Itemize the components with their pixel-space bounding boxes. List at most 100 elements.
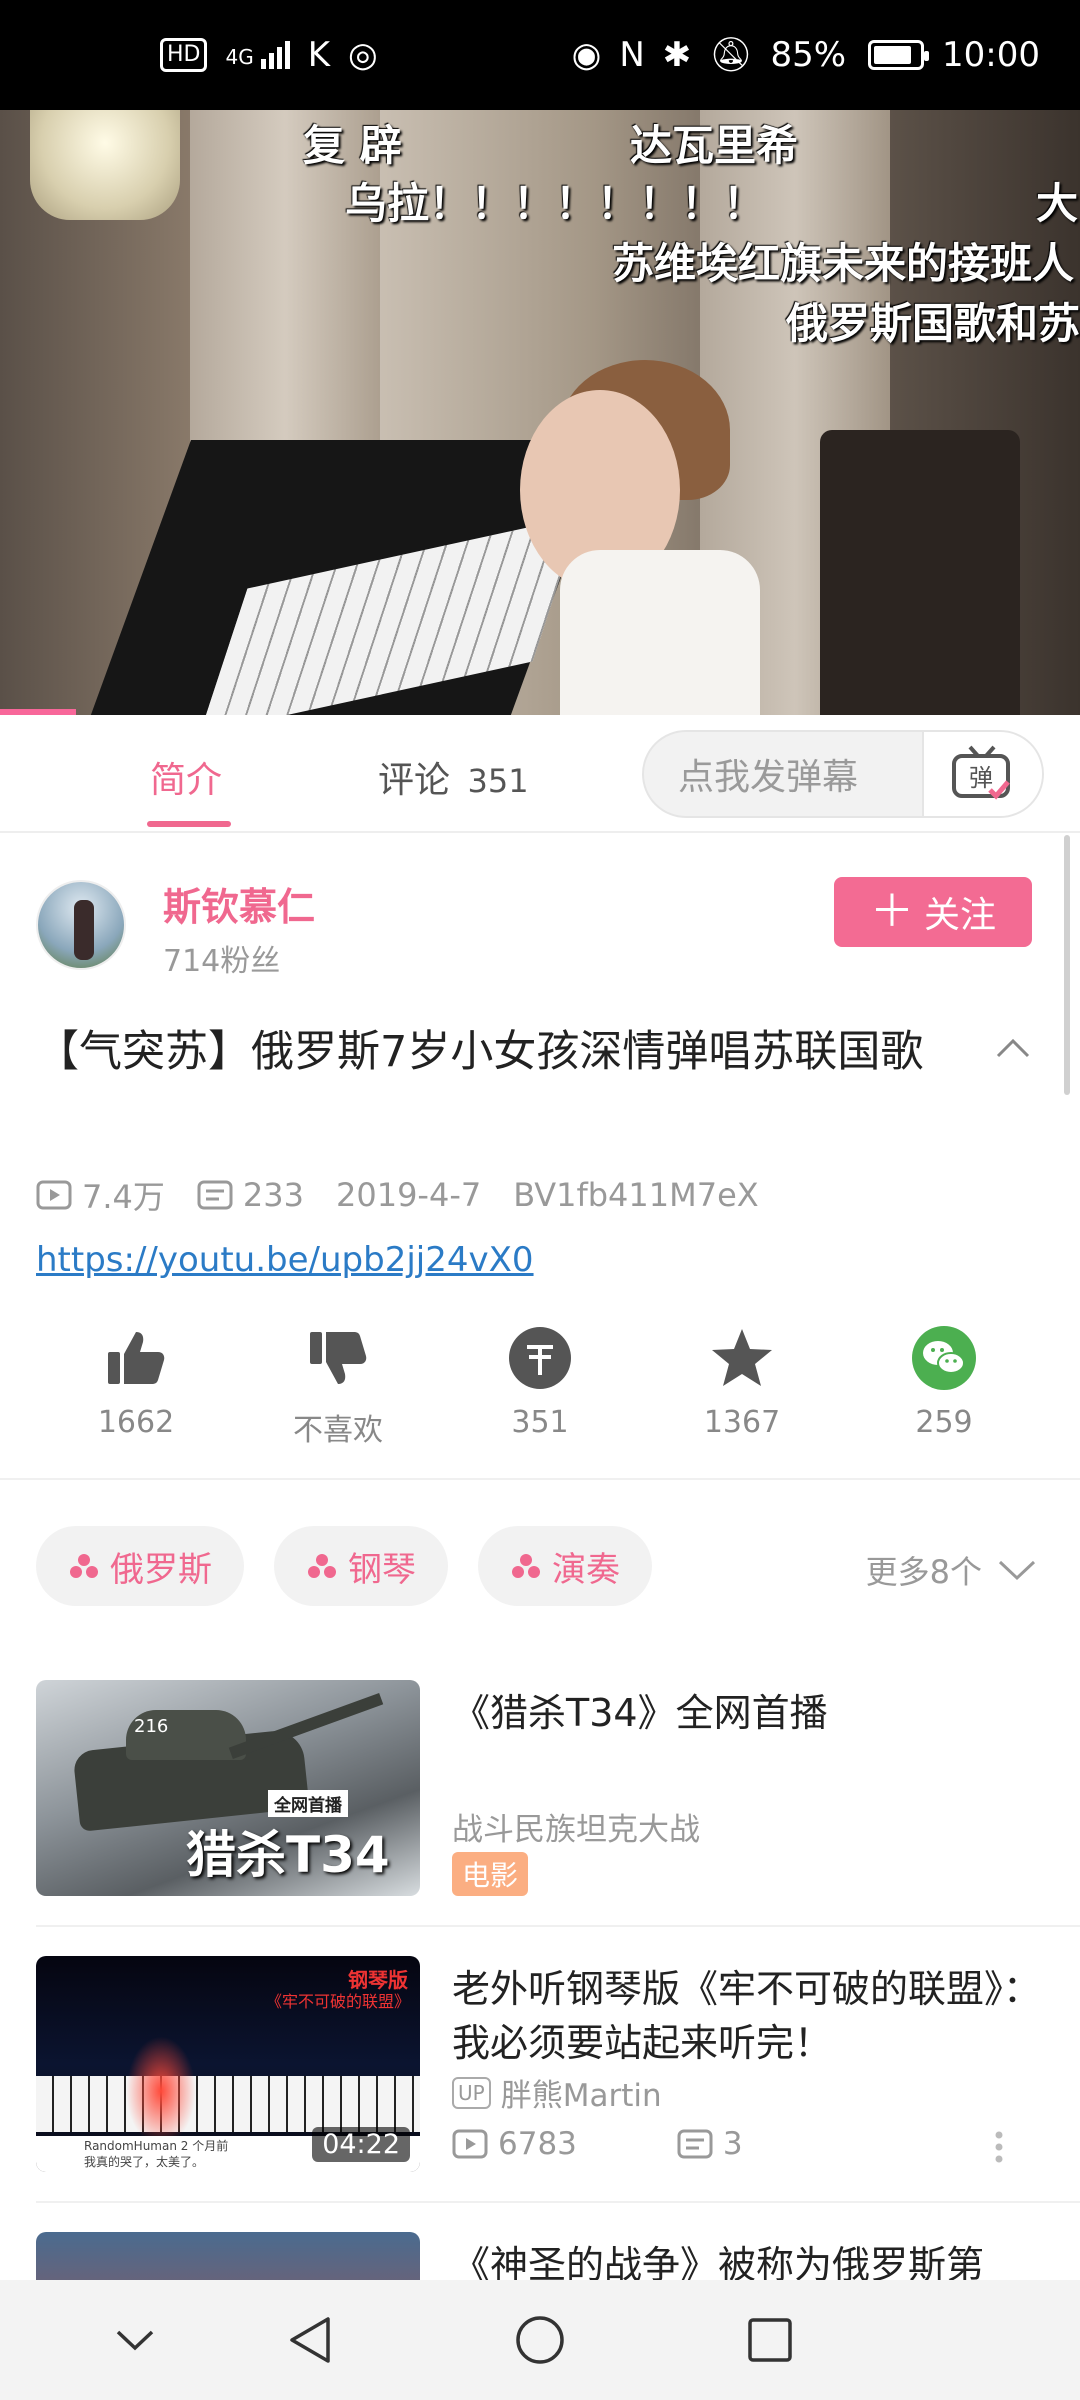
system-nav-bar — [0, 2280, 1080, 2400]
danmu-input-box[interactable]: 点我发弹幕 弹 — [642, 730, 1044, 818]
danmaku-comment: 达瓦里希 — [630, 121, 799, 170]
battery-percent: 85% — [770, 35, 847, 75]
chevron-down-icon — [116, 2330, 154, 2351]
eye-icon: ◉ — [571, 35, 602, 75]
tab-comments[interactable]: 评论 351 — [378, 751, 529, 803]
video-chair — [820, 430, 1020, 715]
star-icon — [709, 1325, 775, 1391]
danmu-tv-icon: 弹 — [952, 745, 1010, 800]
more-tags-button[interactable]: 更多8个 — [866, 1547, 1036, 1593]
network-type: 4G — [225, 45, 254, 69]
nav-collapse-button[interactable] — [105, 2310, 165, 2370]
tank-gun — [228, 1693, 384, 1759]
nav-back-button[interactable] — [280, 2310, 340, 2370]
tag-chip[interactable]: 钢琴 — [274, 1526, 448, 1606]
list-divider — [36, 1925, 1080, 1927]
danmaku-comment: 复 辟 — [303, 121, 402, 170]
thumb-caption: 《牢不可破的联盟》 — [265, 1992, 410, 2011]
danmaku-count-icon — [677, 2129, 713, 2159]
share-count: 259 — [915, 1405, 973, 1440]
more-tags-label: 更多8个 — [865, 1553, 982, 1591]
video-meta: 7.4万 233 2019-4-7 BV1fb411M7eX — [36, 1172, 791, 1218]
danmaku-comment: 俄罗斯国歌和苏 — [786, 299, 1080, 348]
tab-underline — [147, 821, 231, 827]
hotspot-icon: ◎ — [348, 35, 378, 75]
related-title[interactable]: 老外听钢琴版《牢不可破的联盟》：我必须要站起来听完！ — [452, 1962, 1042, 2070]
share-button[interactable]: 259 — [844, 1325, 1044, 1455]
list-divider — [36, 2201, 1080, 2203]
related-views-value: 6783 — [498, 2126, 577, 2162]
recents-square-icon — [748, 2318, 792, 2362]
danmu-toggle-button[interactable]: 弹 — [922, 732, 1042, 816]
thumb-badge-text: 全网首播 — [268, 1790, 348, 1817]
uploader-name[interactable]: 斯钦慕仁 — [163, 876, 315, 931]
tag-chip[interactable]: 俄罗斯 — [36, 1526, 244, 1606]
dislike-button[interactable]: 不喜欢 — [238, 1325, 438, 1455]
tag-icon — [512, 1554, 540, 1578]
related-thumbnail[interactable]: 钢琴版 《牢不可破的联盟》 RandomHuman 2 个月前 我真的哭了，太美… — [36, 1956, 420, 2172]
hd-indicator: HD — [160, 38, 208, 72]
nav-recents-button[interactable] — [740, 2310, 800, 2370]
views-stat: 7.4万 — [36, 1172, 165, 1218]
coin-icon — [507, 1325, 573, 1391]
tank-number: 216 — [134, 1716, 169, 1737]
danmu-glyph: 弹 — [969, 764, 993, 792]
tab-bar: 简介 评论 351 点我发弹幕 弹 — [0, 715, 1080, 833]
related-views: 6783 — [452, 2126, 577, 2162]
battery-icon — [868, 40, 930, 70]
source-link[interactable]: https://youtu.be/upb2jj24vX0 — [36, 1240, 534, 1280]
related-thumbnail[interactable]: 216 全网首播 猎杀T34 — [36, 1680, 420, 1896]
publish-date: 2019-4-7 — [335, 1176, 482, 1214]
follow-label: 关注 — [923, 895, 996, 936]
dislike-label: 不喜欢 — [293, 1413, 383, 1448]
related-stats: 6783 3 — [452, 2126, 743, 2162]
tab-intro[interactable]: 简介 — [150, 751, 222, 803]
related-item[interactable]: 216 全网首播 猎杀T34 《猎杀T34》全网首播 战斗民族坦克大战 电影 — [36, 1680, 1044, 1900]
status-bar: HD 4G K ◎ ◉ N ✱ 🔕︎ 85% 10:00 — [0, 0, 1080, 110]
status-right: ◉ N ✱ 🔕︎ 85% 10:00 — [572, 35, 1040, 75]
play-count-icon — [36, 1180, 72, 1210]
coin-button[interactable]: 351 — [440, 1325, 640, 1455]
tag-chip[interactable]: 演奏 — [478, 1526, 652, 1606]
category-badge: 电影 — [452, 1852, 529, 1896]
danmaku-count-icon — [197, 1180, 233, 1210]
coin-count: 351 — [511, 1405, 569, 1440]
like-button[interactable]: 1662 — [36, 1325, 236, 1455]
related-uploader: UP 胖熊Martin — [452, 2070, 662, 2115]
fans-count: 714粉丝 — [163, 944, 281, 979]
tab-comments-count: 351 — [467, 762, 529, 800]
signal-icon: 4G — [225, 41, 290, 69]
back-triangle-icon — [290, 2317, 330, 2363]
related-title[interactable]: 《神圣的战争》被称为俄罗斯第 — [452, 2238, 1042, 2280]
related-item[interactable]: 《神圣的战争》被称为俄罗斯第 — [36, 2232, 1044, 2280]
video-girl-body — [560, 550, 760, 715]
uploader-avatar[interactable] — [36, 880, 126, 970]
danmu-input[interactable]: 点我发弹幕 — [644, 748, 922, 800]
bvid: BV1fb411M7eX — [513, 1176, 759, 1214]
favorite-button[interactable]: 1367 — [642, 1325, 842, 1455]
chevron-down-icon — [998, 1560, 1036, 1581]
related-thumbnail[interactable] — [36, 2232, 420, 2280]
video-duration: 04:22 — [312, 2127, 410, 2162]
danmaku-comment: 大 — [1036, 179, 1079, 228]
thumb-keys — [36, 2076, 420, 2132]
tag-label: 演奏 — [552, 1549, 620, 1590]
nav-home-button[interactable] — [510, 2310, 570, 2370]
tag-icon — [308, 1554, 336, 1578]
views-value: 7.4万 — [82, 1178, 165, 1216]
thumb-title-text: 猎杀T34 — [186, 1826, 390, 1884]
related-item[interactable]: 钢琴版 《牢不可破的联盟》 RandomHuman 2 个月前 我真的哭了，太美… — [36, 1956, 1044, 2176]
more-options-icon[interactable] — [994, 2130, 1004, 2164]
danmaku-value: 233 — [242, 1176, 304, 1214]
scrollbar[interactable] — [1064, 835, 1070, 1095]
mute-bell-icon: 🔕︎ — [709, 35, 753, 75]
related-title[interactable]: 《猎杀T34》全网首播 — [452, 1686, 1042, 1740]
action-row: 1662 不喜欢 351 1367 259 — [36, 1325, 1044, 1455]
chevron-up-icon[interactable] — [996, 1032, 1030, 1066]
video-player[interactable]: 复 辟 达瓦里希 乌拉！！！！！！！！ 大 苏维埃红旗未来的接班人 俄罗斯国歌和… — [0, 110, 1080, 715]
tab-comments-label: 评论 — [378, 760, 451, 801]
up-badge-icon: UP — [452, 2076, 491, 2109]
thumbs-down-icon — [305, 1325, 371, 1391]
follow-button[interactable]: ＋ 关注 — [834, 877, 1032, 947]
play-count-icon — [452, 2129, 488, 2159]
